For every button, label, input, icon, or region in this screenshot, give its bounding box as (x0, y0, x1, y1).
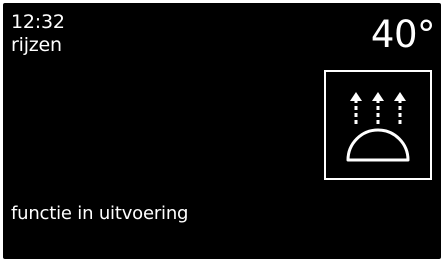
program-name: rijzen (11, 34, 62, 56)
rising-dough-icon (346, 92, 410, 162)
clock-time: 12:32 (11, 11, 65, 33)
status-message: functie in uitvoering (11, 203, 189, 224)
program-icon-button[interactable] (324, 70, 432, 180)
oven-display: 12:32 rijzen 40° functie in uitvoering (3, 3, 441, 259)
temperature-readout: 40° (370, 13, 436, 56)
